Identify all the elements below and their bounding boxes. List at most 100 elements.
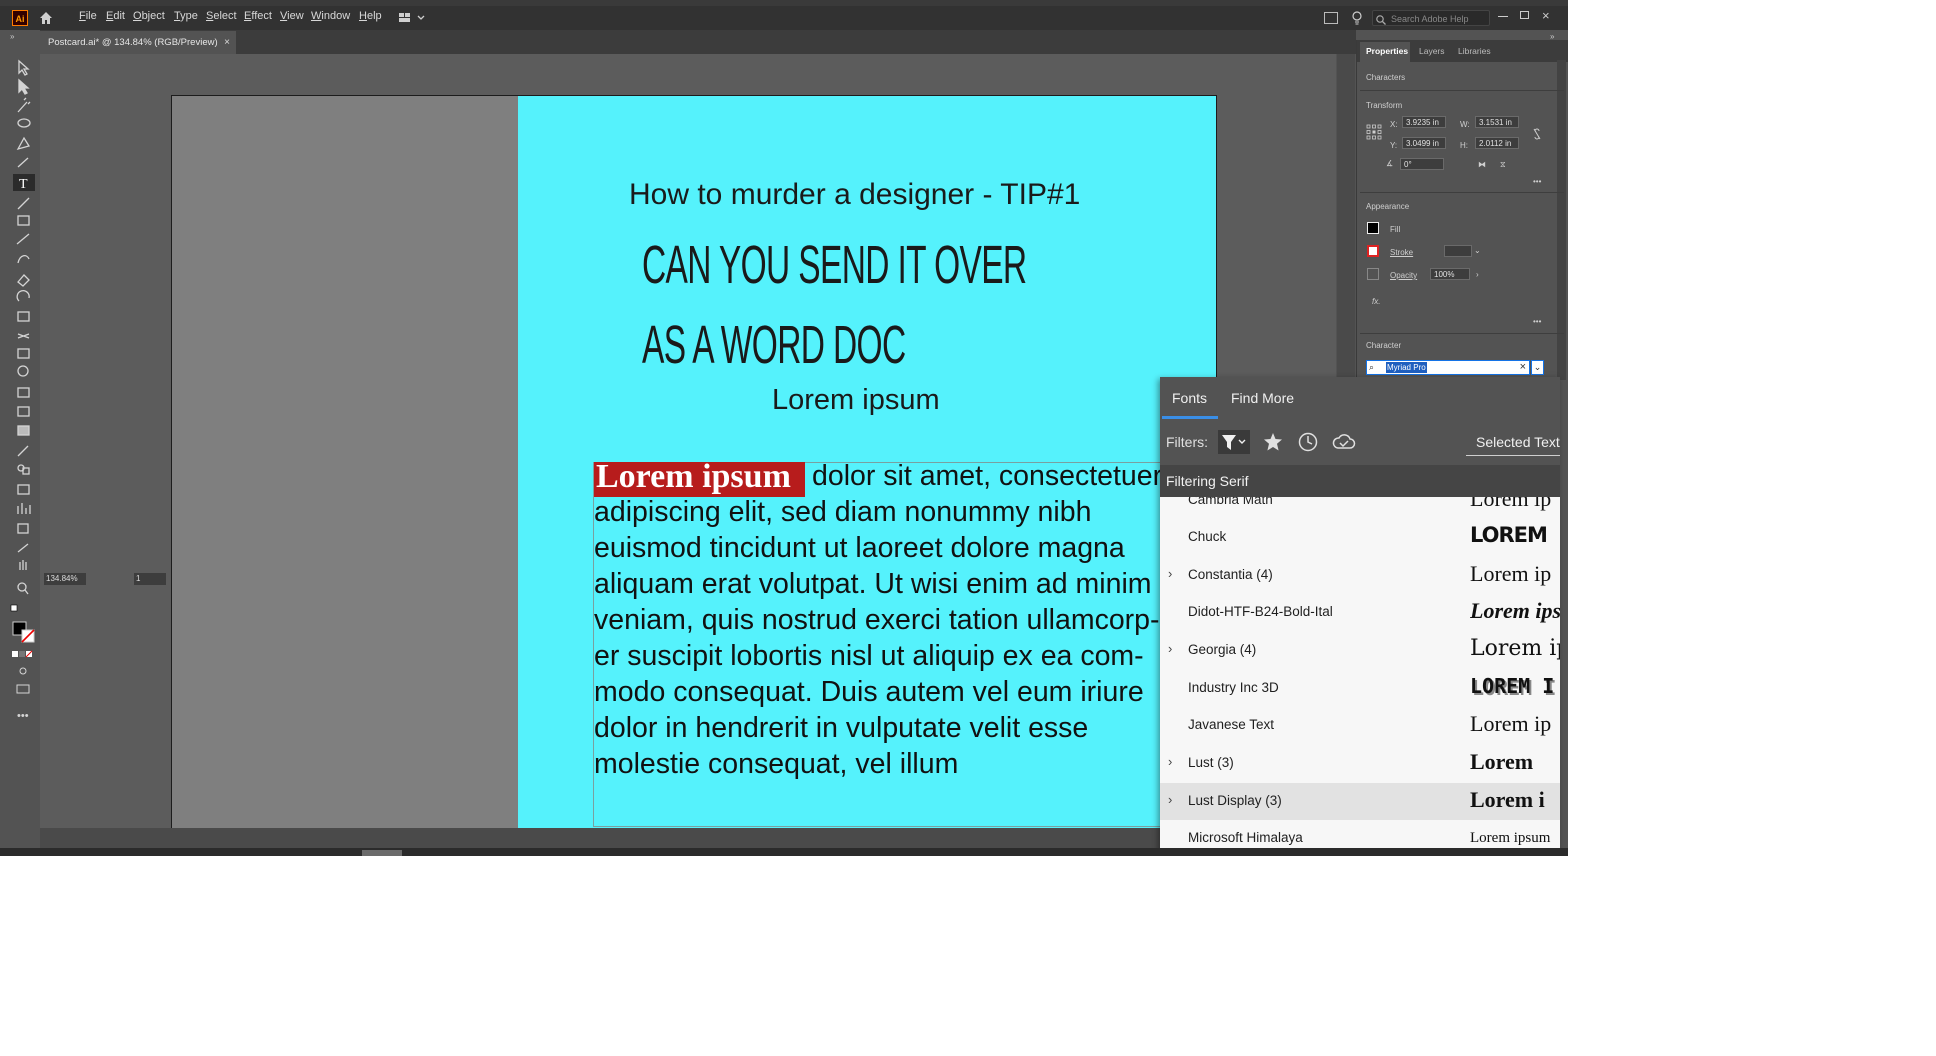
font-dropdown-button[interactable]: ⌄ [1531,360,1544,375]
taskbar-item[interactable] [362,850,402,856]
y-label: Y: [1390,141,1398,150]
body-line-6[interactable]: modo consequat. Duis autem vel eum iriur… [594,676,1144,709]
menu-help[interactable]: Help [359,10,382,22]
artwork-line-2[interactable]: AS A WORD DOC [642,314,906,376]
artboard-number-field[interactable]: 1 [134,573,166,585]
font-row[interactable]: › Georgia (4) Lorem ip [1160,632,1560,669]
body-line-2[interactable]: euismod tincidunt ut laoreet dolore magn… [594,532,1125,565]
body-line-1[interactable]: adipiscing elit, sed diam nonummy nibh [594,496,1091,529]
menu-view[interactable]: View [280,10,304,22]
workspace-switcher-icon[interactable] [398,11,428,25]
panel-layout-icon[interactable] [1324,12,1338,24]
chevron-right-icon[interactable]: › [1168,792,1172,807]
lightbulb-icon[interactable] [1350,10,1364,26]
body-line-4[interactable]: veniam, quis nostrud exerci tation ullam… [594,604,1160,637]
menu-type[interactable]: Type [174,10,198,22]
font-family-input[interactable]: ⌕ Myriad Pro × [1366,360,1530,375]
search-help-input[interactable]: Search Adobe Help [1372,10,1490,26]
properties-scrollbar[interactable] [1557,60,1566,380]
x-label: X: [1390,120,1398,129]
font-row[interactable]: Javanese Text Lorem ip [1160,707,1560,744]
chevron-down-icon[interactable]: ⌄ [1474,246,1481,255]
y-field[interactable]: 3.0499 in [1402,137,1446,149]
rotate-angle-icon: ∡ [1386,159,1394,168]
menu-select[interactable]: Select [206,10,237,22]
minimize-icon[interactable] [1498,16,1508,17]
favorites-star-icon[interactable] [1263,432,1283,452]
horizontal-scrollbar[interactable] [40,828,1336,848]
font-row[interactable]: Industry Inc 3D LOREM I [1160,670,1560,707]
artwork-heading[interactable]: How to murder a designer - TIP#1 [629,178,1080,212]
characters-label: Characters [1366,73,1406,82]
tab-fonts[interactable]: Fonts [1172,390,1207,406]
stroke-weight-field[interactable] [1444,245,1472,257]
stroke-label[interactable]: Stroke [1390,248,1413,257]
svg-text:T: T [19,177,28,192]
artwork-line-1[interactable]: CAN YOU SEND IT OVER [642,234,1027,296]
font-row[interactable]: Cambria Math Lorem ip [1160,497,1560,519]
search-icon: ⌕ [1369,362,1375,372]
selected-text[interactable]: Lorem ipsum [596,458,791,496]
filtering-label: Filtering Serif [1166,473,1249,489]
restore-icon[interactable] [1520,11,1529,19]
opacity-field[interactable]: 100% [1430,268,1470,280]
font-row[interactable]: › Constantia (4) Lorem ip [1160,557,1560,594]
rotate-field[interactable]: 0° [1400,158,1444,170]
w-field[interactable]: 3.1531 in [1475,116,1519,128]
body-line-0[interactable]: dolor sit amet, consectetuer [812,460,1162,493]
tools-panel: T ••• [10,54,38,834]
flip-horizontal-icon[interactable]: ⧓ [1478,160,1486,169]
body-line-8[interactable]: molestie consequat, vel illum [594,748,958,781]
menu-effect[interactable]: Effect [244,10,272,22]
font-preview: Lorem ipsum [1470,830,1551,846]
x-field[interactable]: 3.9235 in [1402,116,1446,128]
activated-cloud-icon[interactable] [1332,432,1356,452]
reference-point-icon[interactable] [1366,124,1382,140]
body-line-3[interactable]: aliquam erat volutpat. Ut wisi enim ad m… [594,568,1152,601]
active-tab-indicator [1162,416,1218,419]
transform-more-icon[interactable]: ••• [1533,177,1541,186]
document-tab[interactable]: Postcard.ai* @ 134.84% (RGB/Preview) × [40,31,236,54]
appearance-more-icon[interactable]: ••• [1533,317,1541,326]
fx-icon[interactable]: fx. [1372,297,1380,306]
constrain-proportions-icon[interactable] [1532,127,1542,140]
body-line-7[interactable]: dolor in hendrerit in vulputate velit es… [594,712,1088,745]
close-window-icon[interactable]: × [1542,8,1550,23]
font-row[interactable]: Didot-HTF-B24-Bold-Ital Lorem ips [1160,594,1560,631]
flip-vertical-icon[interactable]: ⧖ [1500,160,1506,170]
menu-edit[interactable]: Edit [106,10,125,22]
home-icon[interactable] [38,10,54,26]
app-logo: Ai [12,10,28,26]
fill-swatch[interactable] [1367,222,1379,234]
stroke-swatch[interactable] [1367,245,1379,257]
opacity-label[interactable]: Opacity [1390,271,1417,280]
menu-file[interactable]: File [79,10,97,22]
collapse-toolbar-icon[interactable]: » [10,32,14,41]
close-tab-icon[interactable]: × [224,31,230,54]
zoom-level-field[interactable]: 134.84% [44,573,86,585]
selected-text-dropdown[interactable]: Selected Text [1476,434,1560,450]
tab-layers[interactable]: Layers [1419,46,1445,56]
font-family-value: Myriad Pro [1386,362,1427,373]
body-line-5[interactable]: er suscipit lobortis nisl ut aliquip ex … [594,640,1144,673]
chevron-right-icon[interactable]: › [1168,754,1172,769]
h-field[interactable]: 2.0112 in [1475,137,1519,149]
illustrator-window: Ai File Edit Object Type Select Effect V… [0,0,1568,856]
chevron-right-icon[interactable]: › [1168,641,1172,656]
filter-icon[interactable] [1218,430,1250,454]
menu-window[interactable]: Window [311,10,350,22]
chevron-right-icon[interactable]: › [1168,566,1172,581]
font-row-hover[interactable]: › Lust Display (3) Lorem i [1160,783,1560,820]
recent-clock-icon[interactable] [1298,432,1318,452]
clear-icon[interactable]: × [1520,361,1526,373]
artwork-subheading[interactable]: Lorem ipsum [772,384,940,417]
menu-object[interactable]: Object [133,10,165,22]
tab-find-more[interactable]: Find More [1231,390,1294,406]
tools-icons: T ••• [10,59,35,722]
font-row[interactable]: › Lust (3) Lorem [1160,745,1560,782]
chevron-right-icon[interactable]: › [1476,270,1479,279]
tab-properties[interactable]: Properties [1366,46,1408,56]
tab-libraries[interactable]: Libraries [1458,46,1491,56]
fill-label: Fill [1390,225,1401,234]
font-row[interactable]: Chuck LOREM [1160,519,1560,556]
